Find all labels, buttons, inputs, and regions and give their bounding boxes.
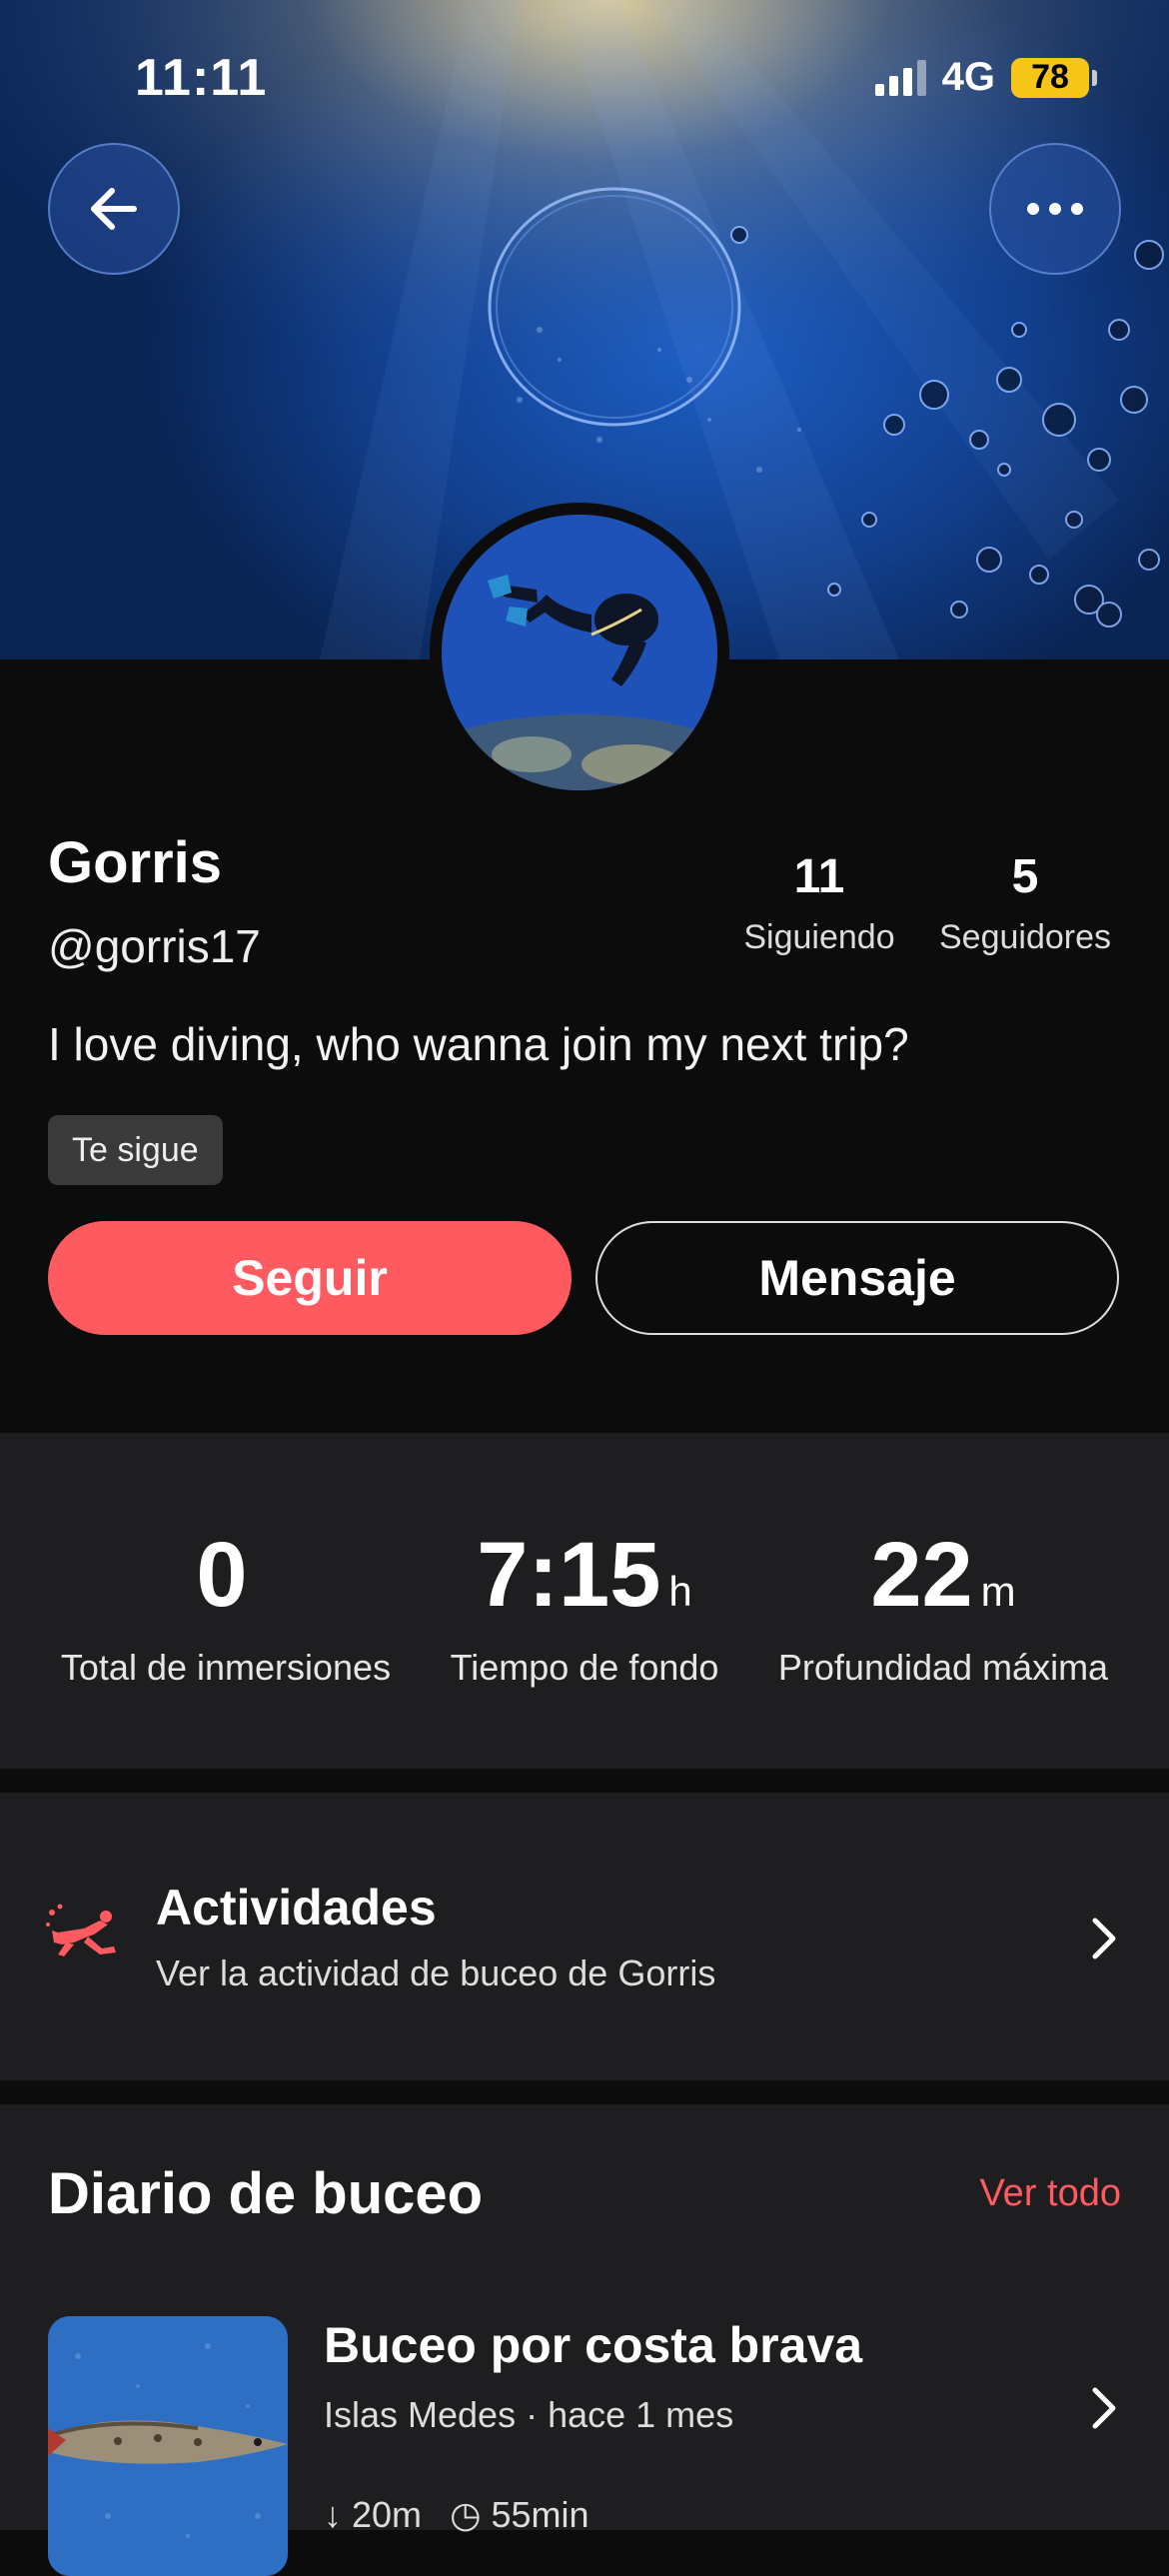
dive-entry-thumbnail[interactable] [48, 2316, 288, 2576]
total-dives-value-row: 0 [36, 1525, 416, 1625]
fish-photo [48, 2316, 288, 2576]
back-button[interactable] [48, 143, 180, 275]
dive-entry-location: Islas Medes [324, 2394, 517, 2435]
following-count: 11 [793, 850, 845, 903]
total-dives-label: Total de inmersiones [60, 1647, 392, 1688]
max-depth-value: 22 [870, 1524, 973, 1626]
chevron-right-icon [1092, 1918, 1116, 1959]
activities-row[interactable]: Actividades Ver la actividad de buceo de… [0, 1793, 1169, 2080]
status-bar: 11:11 4G 78 [0, 0, 1169, 150]
activities-title: Actividades [156, 1880, 437, 1935]
follows-you-badge: Te sigue [48, 1115, 223, 1185]
bottom-time-unit: h [668, 1568, 692, 1615]
more-options-button[interactable] [989, 143, 1121, 275]
diver-photo [442, 515, 717, 790]
profile-bio: I love diving, who wanna join my next tr… [48, 1018, 909, 1070]
activities-subtitle: Ver la actividad de buceo de Gorris [156, 1952, 716, 1993]
dive-stats-panel: 0 Total de inmersiones 7:15 h Tiempo de f… [0, 1433, 1169, 1769]
bottom-time-label: Tiempo de fondo [450, 1647, 719, 1688]
dive-log-section: Diario de buceo Ver todo Buceo por costa… [0, 2104, 1169, 2576]
diver-icon [46, 1904, 116, 1956]
network-type: 4G [941, 55, 995, 99]
separator-dot: · [526, 2394, 549, 2435]
battery-icon: 78 [1011, 57, 1097, 98]
max-depth-stat: 22 m Profundidad máxima [753, 1525, 1133, 1689]
dive-entry-subtitle: Islas Medes · hace 1 mes [324, 2394, 733, 2436]
max-depth-label: Profundidad máxima [777, 1647, 1109, 1688]
cellular-signal-icon [874, 59, 926, 96]
avatar[interactable] [430, 503, 729, 802]
followers-label: Seguidores [938, 918, 1111, 956]
clock-icon: ◷ [450, 2494, 482, 2535]
following-label: Siguiendo [743, 918, 895, 956]
dive-entry-time-ago: hace 1 mes [548, 2394, 734, 2435]
profile-name: Gorris [48, 830, 223, 895]
battery-level: 78 [1031, 58, 1069, 96]
depth-icon: ↓ [324, 2494, 342, 2535]
status-indicators: 4G 78 [874, 55, 1097, 100]
follow-button[interactable]: Seguir [48, 1221, 572, 1335]
total-dives-stat: 0 Total de inmersiones [36, 1525, 416, 1689]
followers-count: 5 [1011, 850, 1039, 903]
status-time: 11:11 [135, 49, 268, 107]
max-depth-value-row: 22 m [753, 1525, 1133, 1625]
bottom-time-stat: 7:15 h Tiempo de fondo [395, 1525, 774, 1689]
dive-entry-duration: 55min [491, 2494, 589, 2535]
bottom-time-value: 7:15 [477, 1524, 661, 1626]
followers-stat[interactable]: 5 Seguidores [927, 849, 1123, 957]
see-all-link[interactable]: Ver todo [979, 2172, 1121, 2215]
message-button[interactable]: Mensaje [595, 1221, 1119, 1335]
dive-entry-title[interactable]: Buceo por costa brava [324, 2316, 862, 2374]
profile-handle: @gorris17 [48, 920, 261, 972]
chevron-right-icon [1092, 2387, 1116, 2429]
dive-entry-depth: 20m [352, 2494, 423, 2535]
max-depth-unit: m [980, 1568, 1016, 1615]
total-dives-value: 0 [196, 1524, 248, 1626]
more-horizontal-icon [1027, 203, 1083, 215]
arrow-left-icon [91, 188, 137, 230]
dive-log-title: Diario de buceo [48, 2161, 484, 2226]
bottom-time-value-row: 7:15 h [395, 1525, 774, 1625]
following-stat[interactable]: 11 Siguiendo [729, 849, 909, 957]
